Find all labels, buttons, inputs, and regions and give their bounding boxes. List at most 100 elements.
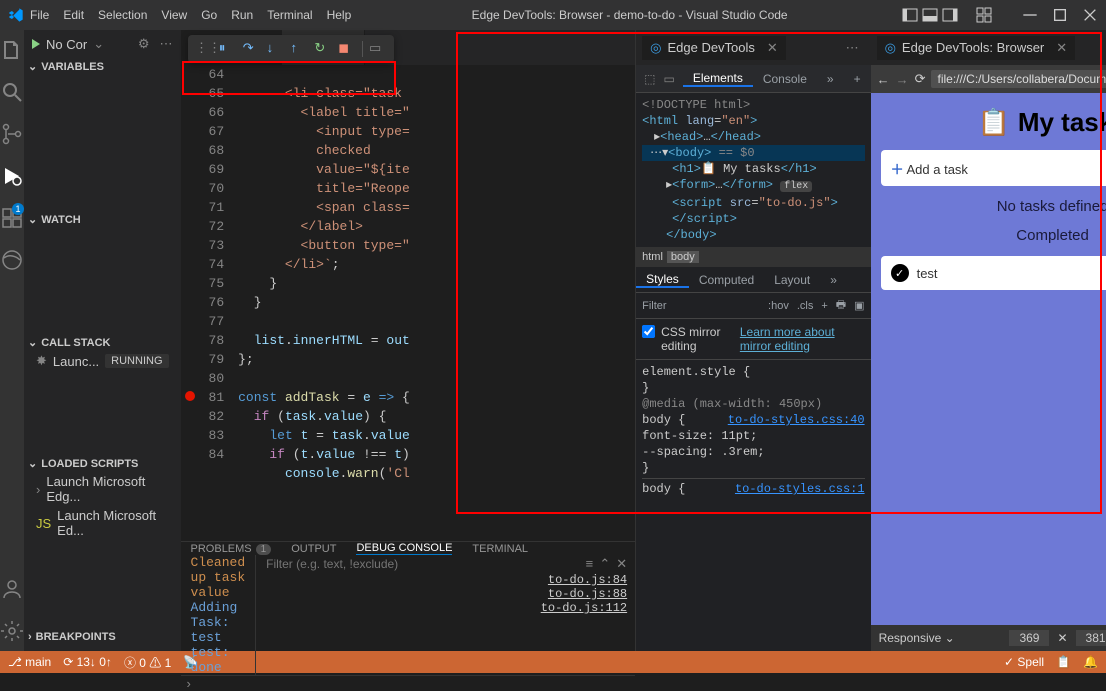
source-control-icon[interactable] [0, 122, 24, 146]
reload-icon[interactable]: ⟳ [915, 71, 926, 87]
mirror-learn-link[interactable]: Learn more about mirror editing [740, 325, 865, 353]
loaded-script-1[interactable]: ›Launch Microsoft Edg... [24, 472, 181, 506]
screencast-icon[interactable]: ▭ [369, 40, 387, 58]
restart-icon[interactable]: ↻ [314, 40, 332, 58]
url-bar[interactable]: file:///C:/Users/collabera/Documents/Git… [931, 70, 1106, 88]
menu-edit[interactable]: Edit [57, 6, 90, 24]
browser-viewport[interactable]: 📋My tasks ＋ Add a task ➔ No tasks define… [871, 93, 1106, 625]
source-link-3[interactable]: to-do.js:112 [264, 601, 627, 615]
close-icon[interactable] [1082, 7, 1098, 23]
responsive-dropdown[interactable]: Responsive ⌄ [879, 631, 955, 645]
menu-go[interactable]: Go [195, 6, 223, 24]
debug-filter-input[interactable] [264, 555, 579, 573]
bell-icon[interactable]: 🔔 [1083, 655, 1098, 669]
tab-problems[interactable]: PROBLEMS1 [191, 543, 272, 555]
menu-selection[interactable]: Selection [92, 6, 153, 24]
sync-indicator[interactable]: ⟳ 13↓ 0↑ [63, 655, 112, 669]
close-icon[interactable]: ✕ [1056, 40, 1067, 56]
source-link-2[interactable]: to-do.js:88 [264, 587, 627, 601]
pause-icon[interactable]: ⏸ [219, 40, 237, 58]
ellipsis-icon[interactable]: ⋯ [160, 36, 173, 52]
tab-layout[interactable]: Layout [764, 273, 820, 287]
add-tab-icon[interactable]: + [844, 72, 871, 86]
stop-icon[interactable]: ◼ [338, 40, 356, 58]
edge-tools-icon[interactable] [0, 248, 24, 272]
search-icon[interactable] [0, 80, 24, 104]
source-link-1[interactable]: to-do.js:84 [264, 573, 627, 587]
css-source-link-1[interactable]: to-do-styles.css:40 [728, 412, 865, 428]
print-icon[interactable]: 🖶 [836, 296, 846, 315]
tab-output[interactable]: OUTPUT [291, 543, 336, 555]
new-style-icon[interactable]: + [821, 300, 827, 312]
menu-file[interactable]: File [24, 6, 55, 24]
tab-console[interactable]: Console [753, 72, 817, 86]
step-out-icon[interactable]: ↑ [290, 40, 308, 58]
add-task-row[interactable]: ＋ Add a task ➔ [881, 150, 1106, 186]
close-icon[interactable]: ✕ [767, 40, 778, 56]
customize-layout-icon[interactable] [976, 7, 992, 23]
tab-computed[interactable]: Computed [689, 273, 764, 287]
menu-view[interactable]: View [155, 6, 193, 24]
code-editor[interactable]: 6465666768697071727374757677787980818283… [181, 65, 636, 541]
browser-tab[interactable]: ◎Edge DevTools: Browser ✕ [877, 36, 1076, 60]
tab-elements[interactable]: Elements [683, 71, 753, 87]
code-content[interactable]: <li class="task <label title=" <input ty… [238, 65, 635, 541]
forward-icon[interactable]: → [896, 72, 909, 87]
hov-button[interactable]: :hov [768, 300, 789, 312]
close-panel-icon[interactable]: ✕ [616, 557, 627, 572]
section-loaded-scripts[interactable]: ⌄LOADED SCRIPTS [24, 455, 181, 472]
toggle-primary-sidebar-icon[interactable] [902, 7, 918, 23]
section-breakpoints[interactable]: ›BREAKPOINTS [24, 629, 181, 645]
chevron-down-icon[interactable]: ⌄ [93, 36, 104, 52]
spell-indicator[interactable]: ✓ Spell [1004, 655, 1044, 669]
step-into-icon[interactable]: ↓ [267, 40, 285, 58]
menu-run[interactable]: Run [225, 6, 259, 24]
debug-console-output[interactable]: Cleaned up task value Adding Task: test … [181, 555, 256, 675]
width-input[interactable]: 369 [1009, 630, 1049, 646]
toggle-secondary-sidebar-icon[interactable] [942, 7, 958, 23]
styles-filter-input[interactable]: Filter [642, 300, 666, 312]
breadcrumb[interactable]: html body [636, 247, 870, 267]
tab-styles[interactable]: Styles [636, 272, 689, 288]
dom-tree[interactable]: <!DOCTYPE html> <html lang="en"> ▸<head>… [636, 93, 870, 247]
gear-icon[interactable]: ⚙ [138, 36, 150, 52]
section-watch[interactable]: ⌄WATCH [24, 211, 181, 228]
menu-terminal[interactable]: Terminal [261, 6, 318, 24]
back-icon[interactable]: ← [877, 72, 890, 87]
tab-terminal[interactable]: TERMINAL [472, 543, 528, 555]
clear-icon[interactable]: ≡ [586, 557, 594, 572]
debug-toolbar[interactable]: ⋮⋮ ⏸ ↷ ↓ ↑ ↻ ◼ ▭ [188, 35, 394, 63]
more-tabs-icon[interactable]: » [817, 72, 844, 86]
explorer-icon[interactable] [0, 38, 24, 62]
run-debug-icon[interactable]: 1 [0, 164, 24, 188]
branch-indicator[interactable]: ⎇ main [8, 655, 51, 669]
cls-button[interactable]: .cls [797, 300, 814, 312]
more-styles-icon[interactable]: » [820, 273, 847, 287]
debug-config-name[interactable]: No Cor [46, 37, 87, 52]
collapse-icon[interactable]: ⌃ [599, 557, 610, 572]
more-icon[interactable]: ⋯ [840, 40, 865, 56]
problems-indicator[interactable]: ⓧ 0 ⚠ 1 [124, 654, 171, 671]
tab-debug-console[interactable]: DEBUG CONSOLE [356, 542, 452, 555]
start-debug-icon[interactable] [32, 39, 40, 49]
css-mirror-checkbox[interactable] [642, 325, 655, 338]
menu-help[interactable]: Help [321, 6, 358, 24]
device-icon[interactable]: ▭ [663, 72, 674, 86]
styles-pane[interactable]: element.style { } @media (max-width: 450… [636, 360, 870, 651]
step-over-icon[interactable]: ↷ [243, 40, 261, 58]
css-source-link-2[interactable]: to-do-styles.css:1 [735, 481, 865, 497]
drag-handle-icon[interactable]: ⋮⋮ [195, 40, 213, 58]
loaded-script-2[interactable]: JSLaunch Microsoft Ed... [24, 506, 181, 540]
accounts-icon[interactable] [0, 577, 24, 601]
minimize-icon[interactable] [1022, 7, 1038, 23]
completed-task-item[interactable]: ✓ test [881, 256, 1106, 290]
height-input[interactable]: 381 [1076, 630, 1106, 646]
callstack-item[interactable]: ✸ Launc... RUNNING [24, 351, 181, 371]
breakpoint-icon[interactable] [185, 391, 195, 401]
section-variables[interactable]: ⌄VARIABLES [24, 58, 181, 75]
feedback-icon[interactable]: 📋 [1056, 655, 1071, 669]
debug-input-prompt[interactable]: › [181, 675, 636, 691]
toggle-panel-icon[interactable] [922, 7, 938, 23]
settings-icon[interactable] [0, 619, 24, 643]
maximize-icon[interactable] [1052, 7, 1068, 23]
